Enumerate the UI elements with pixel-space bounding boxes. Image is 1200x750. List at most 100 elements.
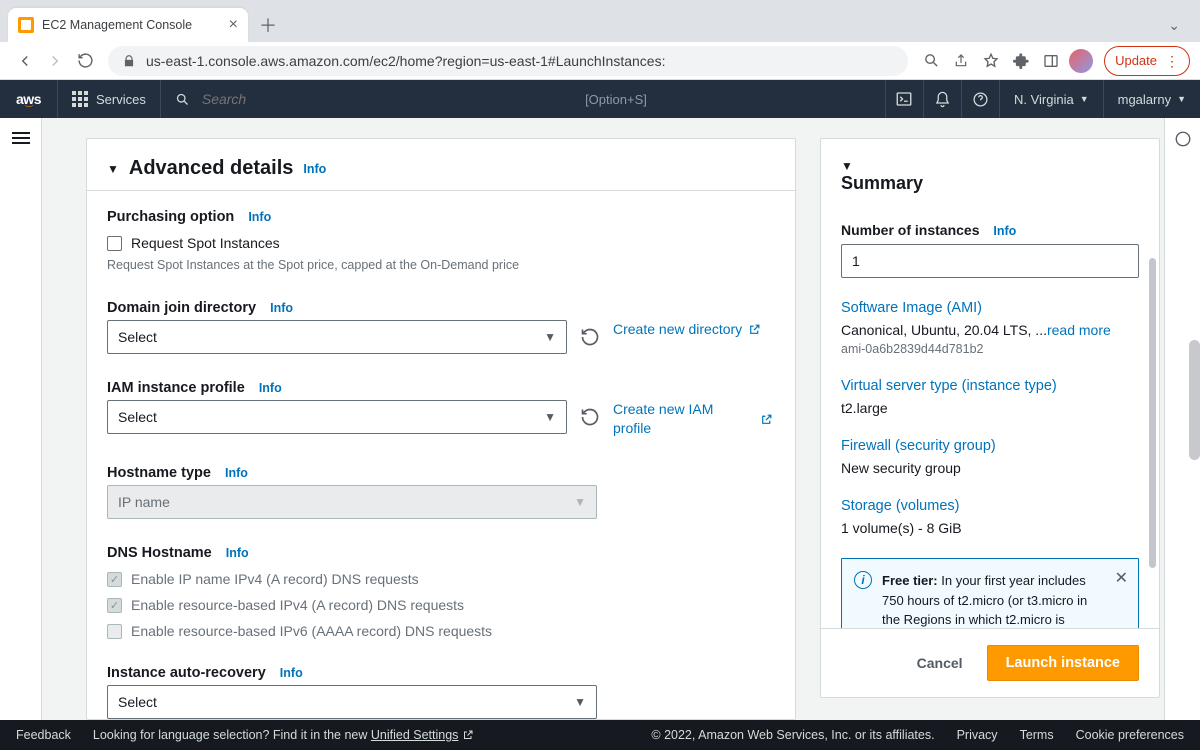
bookmark-star-icon[interactable] [976,46,1006,76]
external-link-icon [462,729,474,741]
cta-row: Cancel Launch instance [821,628,1159,697]
auto-recovery-label: Instance auto-recovery [107,665,266,681]
dns-resource-ipv4-checkbox [107,598,122,613]
section-header[interactable]: ▼ Advanced details Info [87,139,795,190]
url-input[interactable]: us-east-1.console.aws.amazon.com/ec2/hom… [108,46,908,76]
nav-forward-icon [40,46,70,76]
tabs-dropdown-icon[interactable]: ⌄ [1168,17,1180,34]
info-link[interactable]: Info [303,162,326,176]
topnav-search[interactable]: [Option+S] [161,80,661,118]
domain-join-label: Domain join directory [107,300,256,316]
profile-avatar[interactable] [1066,46,1096,76]
info-link[interactable]: Info [259,381,282,395]
search-icon[interactable] [916,46,946,76]
notice-bold: Free tier: [882,573,938,588]
aws-logo[interactable]: aws [0,80,58,118]
notice-close-icon[interactable]: ✕ [1115,567,1128,591]
extensions-icon[interactable] [1006,46,1036,76]
select-value: Select [118,409,157,425]
iam-select[interactable]: Select▼ [107,400,567,434]
aws-logo-text: aws [16,91,41,107]
storage-value: 1 volume(s) - 8 GiB [841,520,1139,536]
caret-down-icon: ▼ [841,159,853,173]
firewall-link[interactable]: Firewall (security group) [841,438,1139,454]
create-directory-link[interactable]: Create new directory [613,320,761,340]
info-link[interactable]: Info [225,466,248,480]
storage-link[interactable]: Storage (volumes) [841,498,1139,514]
info-link[interactable]: Info [226,546,249,560]
browser-update-button[interactable]: Update ⋮ [1104,46,1190,76]
num-instances-input[interactable]: 1 [841,244,1139,278]
lock-icon [122,54,136,68]
summary-column: ▼ Summary Number of instances Info 1 Sof… [820,138,1160,720]
section-title: Advanced details [129,157,294,180]
feedback-link[interactable]: Feedback [16,728,71,742]
field-domain-join: Domain join directory Info Select▼ Creat… [107,300,775,354]
info-link[interactable]: Info [270,301,293,315]
refresh-icon[interactable] [579,406,601,428]
info-icon: i [854,571,872,589]
instance-type-value: t2.large [841,400,1139,416]
firewall-value: New security group [841,460,1139,476]
lang-hint: Looking for language selection? Find it … [93,728,475,742]
share-icon[interactable] [946,46,976,76]
link-text: Create new IAM profile [613,400,754,439]
hamburger-icon[interactable] [12,132,30,720]
page-scrollbar-thumb[interactable] [1189,340,1200,460]
hostname-label: Hostname type [107,465,211,481]
caret-down-icon: ▼ [107,162,119,176]
summary-title: Summary [841,173,1139,194]
region-selector[interactable]: N. Virginia▼ [999,80,1103,118]
notifications-icon[interactable] [923,80,961,118]
instance-type-link[interactable]: Virtual server type (instance type) [841,378,1139,394]
privacy-link[interactable]: Privacy [957,728,998,742]
nav-back-icon[interactable] [10,46,40,76]
auto-recovery-select[interactable]: Select▼ [107,685,597,719]
spot-checkbox-label: Request Spot Instances [131,235,280,251]
search-shortcut: [Option+S] [585,92,647,107]
services-menu[interactable]: Services [58,80,161,118]
cookie-prefs-link[interactable]: Cookie preferences [1076,728,1184,742]
help-icon[interactable] [961,80,999,118]
side-panel-icon[interactable] [1036,46,1066,76]
spot-checkbox[interactable] [107,236,122,251]
create-iam-link[interactable]: Create new IAM profile [613,400,773,439]
new-tab-button[interactable]: ＋ [254,11,282,39]
cancel-button[interactable]: Cancel [911,647,969,679]
info-link[interactable]: Info [280,666,303,680]
content-area: ▼ Advanced details Info Purchasing optio… [42,118,1164,720]
summary-scroll[interactable]: Number of instances Info 1 Software Imag… [821,200,1159,628]
advanced-details-card: ▼ Advanced details Info Purchasing optio… [86,138,796,720]
cloudshell-icon[interactable] [885,80,923,118]
domain-join-select[interactable]: Select▼ [107,320,567,354]
info-link[interactable]: Info [993,224,1016,238]
dns-opt1-label: Enable IP name IPv4 (A record) DNS reque… [131,571,419,587]
account-menu[interactable]: mgalarny▼ [1103,80,1200,118]
tab-close-icon[interactable]: × [229,17,238,33]
free-tier-notice: i ✕ Free tier: In your first year includ… [841,558,1139,628]
select-value: Select [118,329,157,345]
external-link-icon [760,413,773,426]
select-value: Select [118,694,157,710]
browser-tab[interactable]: EC2 Management Console × [8,8,248,42]
refresh-icon[interactable] [579,326,601,348]
services-grid-icon [72,91,88,107]
ami-link[interactable]: Software Image (AMI) [841,300,1139,316]
search-input[interactable] [200,90,585,108]
purchasing-helper: Request Spot Instances at the Spot price… [107,257,775,274]
url-text: us-east-1.console.aws.amazon.com/ec2/hom… [146,53,665,69]
launch-instance-button[interactable]: Launch instance [987,645,1139,681]
info-link[interactable]: Info [248,210,271,224]
scrollbar-thumb[interactable] [1149,258,1156,568]
select-value: IP name [118,494,170,510]
terms-link[interactable]: Terms [1020,728,1054,742]
left-rail [0,118,42,720]
read-more-link[interactable]: read more [1047,322,1111,338]
field-iam-profile: IAM instance profile Info Select▼ Create… [107,380,775,439]
browser-tab-strip: EC2 Management Console × ＋ ⌄ [0,0,1200,42]
aws-top-nav: aws Services [Option+S] N. Virginia▼ mga… [0,80,1200,118]
num-instances-value: 1 [852,253,860,269]
nav-reload-icon[interactable] [70,46,100,76]
unified-settings-link[interactable]: Unified Settings [371,728,475,742]
dns-opt2-label: Enable resource-based IPv4 (A record) DN… [131,597,464,613]
